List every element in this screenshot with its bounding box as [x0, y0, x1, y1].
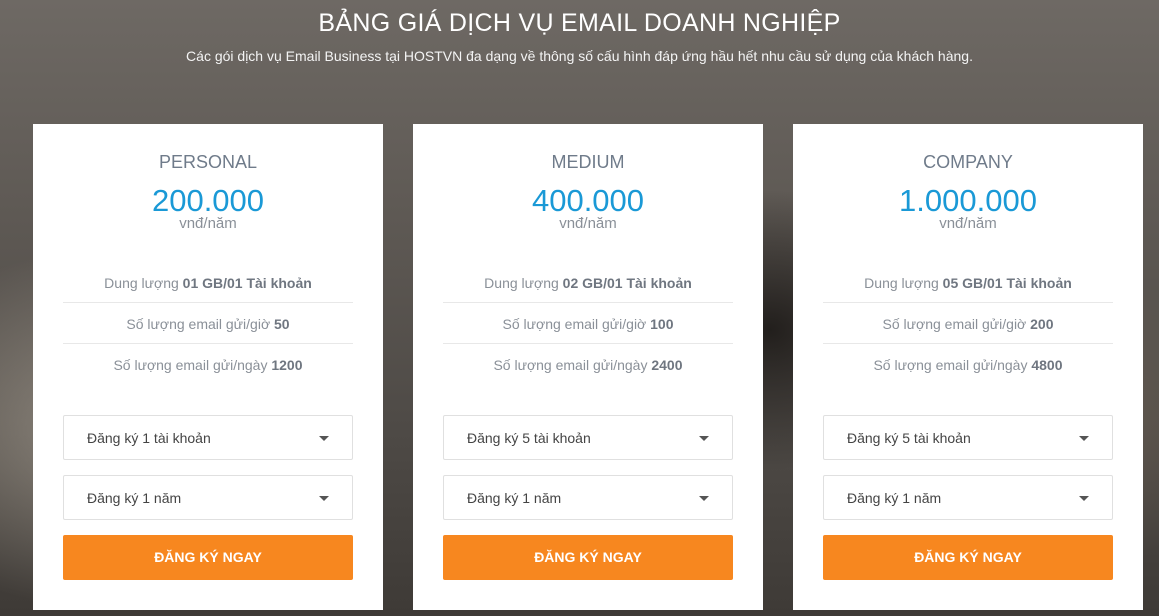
register-button[interactable]: ĐĂNG KÝ NGAY: [443, 535, 733, 580]
pricing-card-medium: MEDIUM 400.000 vnđ/năm Dung lượng 02 GB/…: [413, 124, 763, 610]
divider: [823, 302, 1113, 303]
period-select[interactable]: Đăng ký 1 năm: [63, 475, 353, 520]
feature-emails-per-hour: Số lượng email gửi/giờ 50: [126, 316, 290, 332]
divider: [63, 343, 353, 344]
feature-storage: Dung lượng 02 GB/01 Tài khoản: [484, 275, 692, 291]
plan-price-unit: vnđ/năm: [179, 215, 237, 232]
period-value: Đăng ký 1 năm: [87, 490, 182, 506]
plan-price-unit: vnđ/năm: [559, 215, 617, 232]
feature-emails-per-hour: Số lượng email gửi/giờ 200: [882, 316, 1054, 332]
divider: [443, 302, 733, 303]
pricing-card-company: COMPANY 1.000.000 vnđ/năm Dung lượng 05 …: [793, 124, 1143, 610]
divider: [823, 343, 1113, 344]
account-count-value: Đăng ký 5 tài khoản: [467, 430, 591, 446]
register-button[interactable]: ĐĂNG KÝ NGAY: [823, 535, 1113, 580]
period-value: Đăng ký 1 năm: [467, 490, 562, 506]
period-select[interactable]: Đăng ký 1 năm: [823, 475, 1113, 520]
account-count-select[interactable]: Đăng ký 5 tài khoản: [823, 415, 1113, 460]
period-value: Đăng ký 1 năm: [847, 490, 942, 506]
register-button[interactable]: ĐĂNG KÝ NGAY: [63, 535, 353, 580]
feature-storage: Dung lượng 01 GB/01 Tài khoản: [104, 275, 312, 291]
pricing-header: BẢNG GIÁ DỊCH VỤ EMAIL DOANH NGHIỆP Các …: [0, 0, 1159, 65]
plan-price: 200.000: [151, 183, 265, 218]
divider: [63, 302, 353, 303]
page-title: BẢNG GIÁ DỊCH VỤ EMAIL DOANH NGHIỆP: [318, 9, 841, 37]
chevron-down-icon: [699, 496, 709, 501]
plan-name: PERSONAL: [158, 152, 258, 172]
plan-price-unit: vnđ/năm: [939, 215, 997, 232]
chevron-down-icon: [1079, 436, 1089, 441]
pricing-card-personal: PERSONAL 200.000 vnđ/năm Dung lượng 01 G…: [33, 124, 383, 610]
chevron-down-icon: [1079, 496, 1089, 501]
page-subtitle: Các gói dịch vụ Email Business tại HOSTV…: [186, 48, 973, 64]
feature-emails-per-hour: Số lượng email gửi/giờ 100: [502, 316, 674, 332]
feature-storage: Dung lượng 05 GB/01 Tài khoản: [864, 275, 1072, 291]
feature-emails-per-day: Số lượng email gửi/ngày 4800: [873, 357, 1063, 373]
plan-price: 1.000.000: [899, 183, 1037, 218]
chevron-down-icon: [699, 436, 709, 441]
chevron-down-icon: [319, 496, 329, 501]
chevron-down-icon: [319, 436, 329, 441]
account-count-select[interactable]: Đăng ký 1 tài khoản: [63, 415, 353, 460]
account-count-value: Đăng ký 5 tài khoản: [847, 430, 971, 446]
plan-name: COMPANY: [923, 152, 1013, 172]
divider: [443, 343, 733, 344]
feature-emails-per-day: Số lượng email gửi/ngày 2400: [493, 357, 683, 373]
plan-price: 400.000: [531, 183, 645, 218]
period-select[interactable]: Đăng ký 1 năm: [443, 475, 733, 520]
account-count-value: Đăng ký 1 tài khoản: [87, 430, 211, 446]
feature-emails-per-day: Số lượng email gửi/ngày 1200: [113, 357, 303, 373]
plan-name: MEDIUM: [551, 152, 625, 172]
account-count-select[interactable]: Đăng ký 5 tài khoản: [443, 415, 733, 460]
